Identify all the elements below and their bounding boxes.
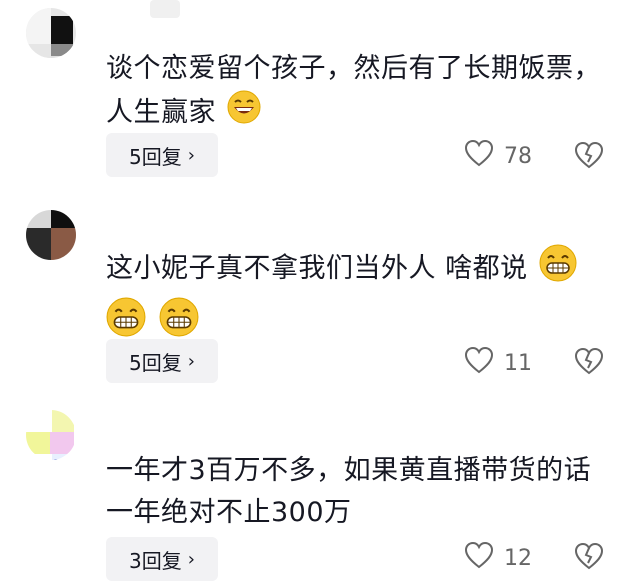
comment-line: 人生赢家 bbox=[106, 90, 626, 137]
grinning-emoji-icon bbox=[539, 244, 577, 295]
heart-outline-icon bbox=[464, 541, 494, 575]
like-button[interactable]: 78 bbox=[464, 139, 532, 173]
like-button[interactable]: 12 bbox=[464, 541, 532, 575]
comment-line: 这小妮子真不拿我们当外人 啥都说 bbox=[106, 244, 626, 295]
comment-line: 一年才3百万不多，如果黄直播带货的话 bbox=[106, 455, 592, 486]
replies-label: 5回复 bbox=[129, 350, 182, 375]
dislike-button[interactable] bbox=[574, 542, 604, 574]
comment-text: 这小妮子真不拿我们当外人 啥都说 bbox=[106, 244, 626, 350]
dislike-button[interactable] bbox=[574, 141, 604, 173]
chevron-right-icon: › bbox=[187, 350, 195, 372]
comment-text: 谈个恋爱留个孩子，然后有了长期饭票， 人生赢家 bbox=[106, 48, 626, 137]
like-button[interactable]: 11 bbox=[464, 346, 532, 380]
avatar[interactable] bbox=[26, 8, 76, 58]
comment-line-text: 这小妮子真不拿我们当外人 啥都说 bbox=[106, 253, 528, 284]
broken-heart-icon bbox=[574, 347, 604, 379]
comment-line-text: 人生赢家 bbox=[106, 97, 216, 128]
replies-label: 3回复 bbox=[129, 548, 182, 573]
comment-line: 谈个恋爱留个孩子，然后有了长期饭票， bbox=[106, 53, 601, 84]
chevron-right-icon: › bbox=[187, 144, 195, 166]
heart-outline-icon bbox=[464, 346, 494, 380]
heart-outline-icon bbox=[464, 139, 494, 173]
like-count: 12 bbox=[504, 545, 532, 571]
replies-button[interactable]: 5回复 › bbox=[106, 339, 218, 383]
broken-heart-icon bbox=[574, 542, 604, 574]
comment-line: 一年绝对不止300万 bbox=[106, 497, 352, 528]
avatar[interactable] bbox=[26, 410, 76, 460]
replies-label: 5回复 bbox=[129, 144, 182, 169]
chevron-right-icon: › bbox=[187, 548, 195, 570]
avatar[interactable] bbox=[26, 210, 76, 260]
laughing-emoji-icon bbox=[227, 90, 261, 137]
like-count: 78 bbox=[504, 143, 532, 169]
top-fragment bbox=[150, 0, 180, 18]
broken-heart-icon bbox=[574, 141, 604, 173]
like-count: 11 bbox=[504, 350, 532, 376]
replies-button[interactable]: 5回复 › bbox=[106, 133, 218, 177]
dislike-button[interactable] bbox=[574, 347, 604, 379]
replies-button[interactable]: 3回复 › bbox=[106, 537, 218, 581]
comment-text: 一年才3百万不多，如果黄直播带货的话 一年绝对不止300万 bbox=[106, 450, 626, 534]
